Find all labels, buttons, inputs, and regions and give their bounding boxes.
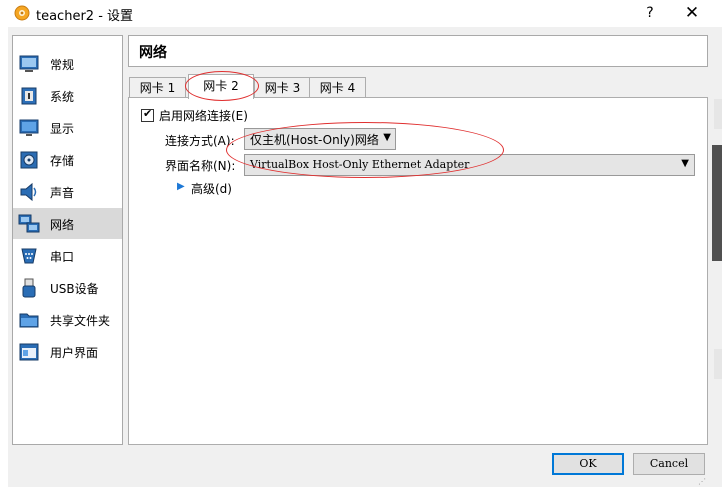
ok-button[interactable]: OK (552, 453, 624, 475)
sidebar-item-label: 用户界面 (50, 346, 99, 360)
tab-adapter-1[interactable]: 网卡 1 (129, 77, 186, 98)
display-monitor-icon (19, 119, 39, 136)
enable-adapter-checkbox[interactable]: ✔ (141, 107, 154, 122)
general-icon (19, 55, 39, 72)
sidebar-item-general[interactable]: 常规 (13, 48, 122, 79)
adapter-name-select[interactable]: VirtualBox Host-Only Ethernet Adapter ▼ (244, 154, 695, 176)
tab-adapter-4[interactable]: 网卡 4 (309, 77, 366, 98)
help-button[interactable]: ? (640, 3, 660, 23)
attached-to-label: 连接方式(A): (165, 134, 235, 148)
system-chip-icon (21, 87, 37, 105)
usb-icon (22, 278, 36, 298)
sidebar-item-label: 共享文件夹 (50, 314, 111, 328)
page-title: 网络 (139, 45, 167, 61)
sidebar-item-label: 存储 (50, 154, 75, 168)
background-window-part (714, 349, 722, 379)
settings-sidebar: 常规 系统 显示 存储 声音 网络 串口 USB设备 共享文件夹 用户界面 (12, 35, 123, 445)
sidebar-item-shared-folders[interactable]: 共享文件夹 (13, 304, 122, 335)
background-window (708, 27, 722, 487)
adapter-name-value: VirtualBox Host-Only Ethernet Adapter (250, 158, 470, 171)
sidebar-item-user-interface[interactable]: 用户界面 (13, 336, 122, 367)
window-title: teacher2 - 设置 (36, 9, 134, 24)
attached-to-value: 仅主机(Host-Only)网络 (250, 133, 379, 147)
sidebar-item-audio[interactable]: 声音 (13, 176, 122, 207)
sidebar-item-usb[interactable]: USB设备 (13, 272, 122, 303)
storage-disk-icon (20, 151, 38, 169)
sidebar-item-network[interactable]: 网络 (13, 208, 122, 239)
sidebar-item-system[interactable]: 系统 (13, 80, 122, 111)
tab-adapter-2[interactable]: 网卡 2 (188, 74, 254, 99)
sidebar-item-label: 网络 (50, 218, 75, 232)
title-bar: teacher2 - 设置 ? ✕ (0, 0, 722, 27)
sidebar-item-label: 显示 (50, 122, 75, 136)
sidebar-item-label: 常规 (50, 58, 75, 72)
adapter-name-label: 界面名称(N): (165, 159, 236, 173)
checkmark-icon: ✔ (143, 107, 153, 120)
expand-triangle-icon[interactable]: ▶ (177, 181, 185, 192)
speaker-icon (20, 182, 37, 202)
close-button[interactable]: ✕ (681, 3, 703, 23)
user-interface-icon (19, 343, 39, 361)
enable-adapter-label[interactable]: 启用网络连接(E) (159, 107, 248, 124)
tab-adapter-3[interactable]: 网卡 3 (254, 77, 311, 98)
sidebar-item-label: USB设备 (50, 282, 99, 296)
close-icon: ✕ (684, 3, 700, 23)
sidebar-item-serial-ports[interactable]: 串口 (13, 240, 122, 271)
sidebar-item-label: 串口 (50, 250, 75, 264)
serial-port-icon (21, 248, 37, 264)
virtualbox-gear-icon (14, 5, 30, 21)
adapter-panel: ✔ 启用网络连接(E) 连接方式(A): 仅主机(Host-Only)网络 ▼ … (128, 97, 708, 445)
folder-icon (19, 313, 39, 328)
cancel-button[interactable]: Cancel (633, 453, 705, 475)
dropdown-arrow-icon: ▼ (383, 132, 391, 143)
background-window-part (712, 145, 722, 261)
sidebar-item-display[interactable]: 显示 (13, 112, 122, 143)
advanced-toggle[interactable]: 高级(d) (191, 180, 232, 197)
dropdown-arrow-icon: ▼ (681, 158, 689, 169)
attached-to-select[interactable]: 仅主机(Host-Only)网络 ▼ (244, 128, 396, 150)
sidebar-item-storage[interactable]: 存储 (13, 144, 122, 175)
page-header: 网络 (128, 35, 708, 67)
background-window-part (714, 99, 722, 129)
sidebar-item-label: 系统 (50, 90, 75, 104)
settings-dialog: 常规 系统 显示 存储 声音 网络 串口 USB设备 共享文件夹 用户界面 网络… (8, 27, 708, 487)
sidebar-item-label: 声音 (50, 186, 75, 200)
resize-grip-icon[interactable]: ⋰ (698, 477, 706, 486)
network-icon (18, 214, 40, 233)
